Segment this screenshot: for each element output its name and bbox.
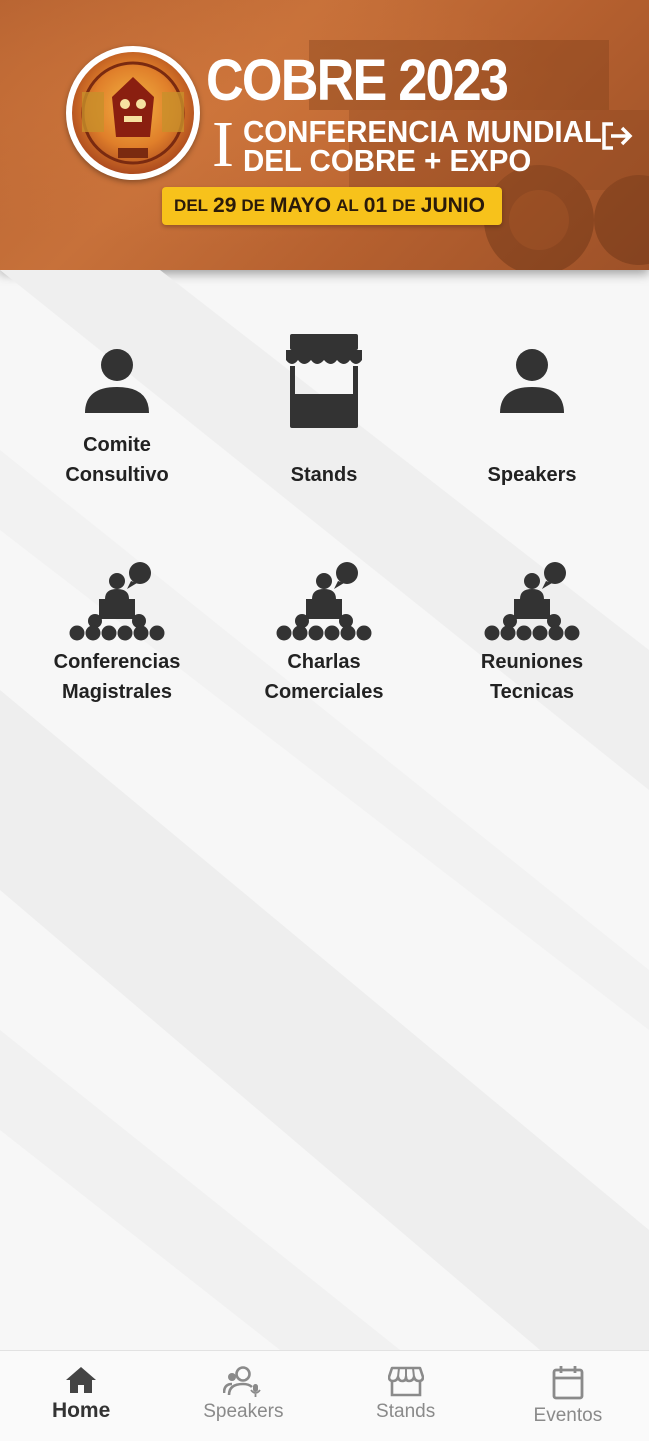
- nav-label: Eventos: [533, 1405, 603, 1426]
- menu-tile-conferencias-magistrales[interactable]: Conferencias Magistrales: [17, 547, 217, 707]
- menu-tile-comite-consultivo[interactable]: Comite Consultivo: [17, 330, 217, 490]
- date-word: DE: [392, 196, 416, 215]
- menu-tile-label: Conferencias Magistrales: [53, 651, 181, 703]
- date-word: DEL: [174, 196, 209, 215]
- person-icon: [67, 330, 167, 430]
- audience-speaker-icon: [482, 547, 582, 647]
- calendar-icon: [552, 1366, 584, 1400]
- edition-numeral: I: [212, 108, 234, 181]
- logout-icon: [602, 122, 633, 150]
- person-icon: [482, 330, 582, 430]
- nav-label: Home: [51, 1399, 111, 1422]
- logout-button[interactable]: [598, 118, 636, 154]
- date-day-start: 29: [213, 194, 237, 217]
- date-month-end: JUNIO: [420, 194, 485, 217]
- menu-tile-label: Charlas Comerciales: [264, 651, 384, 703]
- date-word: AL: [336, 196, 359, 215]
- event-title: COBRE 2023: [206, 48, 509, 113]
- home-icon: [66, 1367, 97, 1393]
- menu-tile-label: Speakers: [487, 464, 577, 486]
- nav-eventos[interactable]: Eventos: [487, 1351, 649, 1441]
- conference-logo: [66, 46, 200, 180]
- subtitle-line-2: DEL COBRE + EXPO: [243, 143, 532, 178]
- nav-home[interactable]: Home: [0, 1351, 162, 1441]
- menu-tile-label: Stands: [290, 464, 358, 486]
- store-icon: [387, 1366, 424, 1397]
- audience-speaker-icon: [67, 547, 167, 647]
- date-day-end: 01: [363, 194, 388, 217]
- header-banner: COBRE 2023 I CONFERENCIA MUNDIAL DEL COB…: [0, 0, 649, 270]
- date-month-start: MAYO: [270, 194, 332, 217]
- nav-label: Stands: [376, 1401, 436, 1422]
- menu-tile-charlas-comerciales[interactable]: Charlas Comerciales: [224, 547, 424, 707]
- nav-label: Speakers: [203, 1401, 284, 1422]
- event-dates: DEL 29 DE MAYO AL 01 DE JUNIO: [162, 187, 502, 225]
- nav-speakers[interactable]: Speakers: [162, 1351, 324, 1441]
- menu-tile-label: Comite Consultivo: [65, 434, 169, 486]
- menu-tile-reuniones-tecnicas[interactable]: Reuniones Tecnicas: [432, 547, 632, 707]
- menu-tile-speakers[interactable]: Speakers: [432, 330, 632, 490]
- bottom-navigation: Home Speakers Stands Eventos: [0, 1350, 649, 1441]
- nav-stands[interactable]: Stands: [325, 1351, 487, 1441]
- speakers-icon: [223, 1366, 262, 1397]
- stand-icon: [274, 330, 374, 430]
- menu-tile-label: Reuniones Tecnicas: [480, 651, 584, 703]
- date-word: DE: [241, 196, 266, 215]
- menu-tile-stands[interactable]: Stands: [224, 330, 424, 490]
- audience-speaker-icon: [274, 547, 374, 647]
